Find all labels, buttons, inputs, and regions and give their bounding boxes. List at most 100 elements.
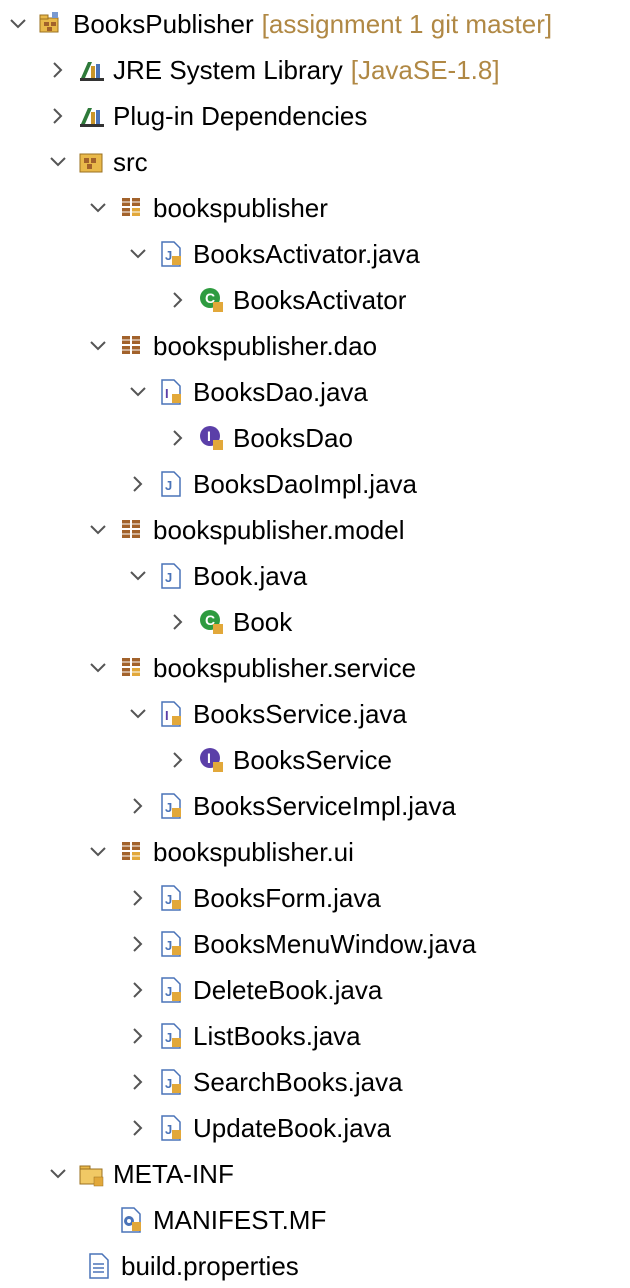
- tree-item-file-book-java[interactable]: J Book.java: [126, 554, 307, 598]
- tree-item-package-ui[interactable]: bookspublisher.ui: [86, 830, 354, 874]
- tree-item-jre-system-library[interactable]: JRE System Library [JavaSE-1.8]: [46, 48, 500, 92]
- svg-text:J: J: [165, 892, 172, 907]
- java-file-icon: J: [158, 792, 186, 820]
- tree-item-src[interactable]: src: [46, 140, 148, 184]
- tree-item-file-booksmenuwindow-java[interactable]: J BooksMenuWindow.java: [126, 922, 476, 966]
- chevron-down-icon[interactable]: [126, 564, 150, 588]
- tree-item-interface-booksservice[interactable]: I BooksService: [166, 738, 392, 782]
- library-icon: [78, 102, 106, 130]
- svg-text:J: J: [165, 800, 172, 815]
- tree-item-file-booksdaoimpl-java[interactable]: J BooksDaoImpl.java: [126, 462, 417, 506]
- tree-item-file-booksserviceimpl-java[interactable]: J BooksServiceImpl.java: [126, 784, 456, 828]
- chevron-right-icon[interactable]: [166, 748, 190, 772]
- tree-item-file-updatebook-java[interactable]: J UpdateBook.java: [126, 1106, 391, 1150]
- chevron-right-icon[interactable]: [46, 58, 70, 82]
- java-file-icon: J: [158, 976, 186, 1004]
- package-icon: [118, 654, 146, 682]
- java-file-icon: J: [158, 240, 186, 268]
- tree-item-file-booksactivator-java[interactable]: J BooksActivator.java: [126, 232, 420, 276]
- svg-text:J: J: [165, 984, 172, 999]
- tree-item-interface-booksdao[interactable]: I BooksDao: [166, 416, 353, 460]
- package-icon: [118, 516, 146, 544]
- folder-icon: [78, 1160, 106, 1188]
- tree-item-package-bookspublisher[interactable]: bookspublisher: [86, 186, 328, 230]
- svg-text:I: I: [165, 708, 169, 723]
- tree-item-label: bookspublisher.ui: [153, 837, 354, 867]
- package-icon: [118, 838, 146, 866]
- tree-item-label: BooksServiceImpl.java: [193, 791, 456, 821]
- svg-text:J: J: [165, 1076, 172, 1091]
- git-decoration: [assignment 1 git master]: [261, 8, 553, 39]
- tree-item-file-booksdao-java[interactable]: I BooksDao.java: [126, 370, 368, 414]
- tree-item-label: BooksDaoImpl.java: [193, 469, 417, 499]
- tree-item-label: BooksService.java: [193, 699, 407, 729]
- chevron-down-icon[interactable]: [86, 334, 110, 358]
- chevron-right-icon[interactable]: [126, 932, 150, 956]
- tree-item-label: BooksActivator.java: [193, 239, 420, 269]
- tree-item-build-properties[interactable]: build.properties: [86, 1244, 299, 1288]
- tree-item-label: BooksService: [233, 745, 392, 775]
- chevron-right-icon[interactable]: [166, 426, 190, 450]
- tree-item-bookspublisher-project[interactable]: BooksPublisher [assignment 1 git master]: [6, 2, 552, 46]
- tree-item-file-listbooks-java[interactable]: J ListBooks.java: [126, 1014, 361, 1058]
- chevron-right-icon[interactable]: [126, 794, 150, 818]
- chevron-right-icon[interactable]: [46, 104, 70, 128]
- java-interface-file-icon: I: [158, 700, 186, 728]
- chevron-down-icon[interactable]: [86, 518, 110, 542]
- chevron-down-icon[interactable]: [6, 12, 30, 36]
- tree-item-label: UpdateBook.java: [193, 1113, 392, 1143]
- tree-item-label: DeleteBook.java: [193, 975, 383, 1005]
- manifest-file-icon: [118, 1206, 146, 1234]
- chevron-down-icon[interactable]: [46, 1162, 70, 1186]
- chevron-right-icon[interactable]: [166, 610, 190, 634]
- tree-item-label: BooksDao.java: [193, 377, 368, 407]
- tree-item-label: bookspublisher.model: [153, 515, 405, 545]
- project-icon: [38, 10, 66, 38]
- chevron-down-icon[interactable]: [86, 656, 110, 680]
- java-file-icon: J: [158, 1068, 186, 1096]
- chevron-down-icon[interactable]: [86, 196, 110, 220]
- svg-text:I: I: [165, 386, 169, 401]
- tree-item-file-searchbooks-java[interactable]: J SearchBooks.java: [126, 1060, 403, 1104]
- chevron-right-icon[interactable]: [126, 886, 150, 910]
- tree-item-package-service[interactable]: bookspublisher.service: [86, 646, 416, 690]
- tree-item-label: Book: [233, 607, 293, 637]
- tree-item-package-model[interactable]: bookspublisher.model: [86, 508, 405, 552]
- svg-text:J: J: [165, 570, 172, 585]
- tree-item-package-dao[interactable]: bookspublisher.dao: [86, 324, 377, 368]
- chevron-down-icon[interactable]: [126, 702, 150, 726]
- tree-item-label: build.properties: [121, 1251, 299, 1281]
- chevron-down-icon[interactable]: [86, 840, 110, 864]
- tree-item-label: BooksActivator: [233, 285, 407, 315]
- tree-item-file-deletebook-java[interactable]: J DeleteBook.java: [126, 968, 382, 1012]
- chevron-right-icon[interactable]: [126, 1024, 150, 1048]
- tree-item-file-booksform-java[interactable]: J BooksForm.java: [126, 876, 381, 920]
- chevron-right-icon[interactable]: [126, 1116, 150, 1140]
- library-icon: [78, 56, 106, 84]
- source-folder-icon: [78, 148, 106, 176]
- tree-item-class-booksactivator[interactable]: C BooksActivator: [166, 278, 406, 322]
- tree-item-class-book[interactable]: C Book: [166, 600, 292, 644]
- package-explorer-tree: BooksPublisher [assignment 1 git master]…: [0, 0, 630, 1281]
- tree-item-label: META-INF: [113, 1159, 234, 1189]
- chevron-down-icon[interactable]: [126, 380, 150, 404]
- chevron-right-icon[interactable]: [166, 288, 190, 312]
- tree-item-label: ListBooks.java: [193, 1021, 361, 1051]
- tree-item-plugin-dependencies[interactable]: Plug-in Dependencies: [46, 94, 367, 138]
- tree-item-label: MANIFEST.MF: [153, 1205, 327, 1235]
- chevron-right-icon[interactable]: [126, 1070, 150, 1094]
- tree-item-label: bookspublisher: [153, 193, 328, 223]
- tree-item-label: Book.java: [193, 561, 308, 591]
- tree-item-label: bookspublisher.service: [153, 653, 417, 683]
- class-icon: C: [198, 608, 226, 636]
- tree-item-label: bookspublisher.dao: [153, 331, 378, 361]
- chevron-right-icon[interactable]: [126, 978, 150, 1002]
- chevron-down-icon[interactable]: [126, 242, 150, 266]
- class-icon: C: [198, 286, 226, 314]
- chevron-down-icon[interactable]: [46, 150, 70, 174]
- chevron-right-icon[interactable]: [126, 472, 150, 496]
- tree-item-file-booksservice-java[interactable]: I BooksService.java: [126, 692, 407, 736]
- tree-item-label: Plug-in Dependencies: [113, 101, 368, 131]
- tree-item-manifest-mf[interactable]: MANIFEST.MF: [118, 1198, 326, 1242]
- tree-item-meta-inf[interactable]: META-INF: [46, 1152, 234, 1196]
